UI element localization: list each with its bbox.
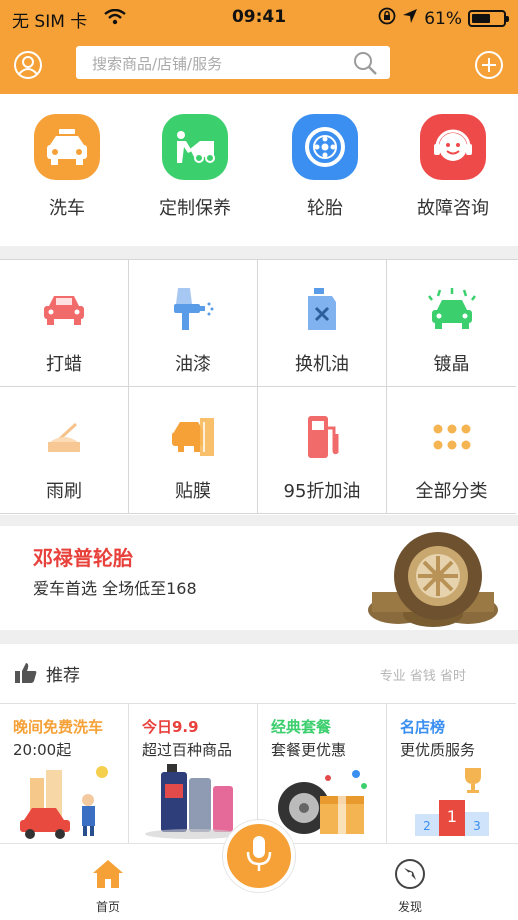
service-wax[interactable]: 打蜡 [0,260,129,387]
service-paint[interactable]: 油漆 [129,260,258,387]
svg-text:1: 1 [447,807,457,826]
banner-title: 邓禄普轮胎 [33,546,133,570]
status-bar: 无 SIM 卡 09:41 61% [0,0,518,36]
service-label: 换机油 [295,354,349,375]
search-input[interactable]: 搜索商品/店铺/服务 [76,46,390,79]
service-label: 打蜡 [46,354,82,375]
tab-discover[interactable]: 发现 [370,858,450,915]
battery-fill [472,14,490,23]
location-icon [402,8,418,29]
service-label: 95折加油 [283,481,361,502]
products-illustration [139,764,247,840]
tire-icon [292,114,358,180]
divider [0,246,518,259]
service-wiper[interactable]: 雨刷 [0,387,129,514]
battery-icon [468,10,509,27]
search-placeholder: 搜索商品/店铺/服务 [92,55,223,73]
service-film[interactable]: 贴膜 [129,387,258,514]
tab-label: 首页 [95,900,120,914]
category-car-wash[interactable]: 洗车 [2,114,132,220]
svg-text:3: 3 [473,819,481,833]
service-label: 贴膜 [175,481,211,502]
paint-gun-icon [129,280,257,340]
voice-button[interactable] [223,820,295,892]
banner-subtitle: 爱车首选 全场低至168 [33,579,197,598]
service-label: 镀晶 [433,354,470,375]
service-all[interactable]: 全部分类 [387,387,516,514]
microphone-icon [244,834,274,878]
recommend-title: 推荐 [46,666,80,686]
recommend-tags: 专业 省钱 省时 [379,669,466,684]
tab-home[interactable]: 首页 [68,858,148,915]
top-categories: 洗车 定制保养 轮胎 故障咨询 [0,94,518,246]
card-package[interactable]: 经典套餐 套餐更优惠 [258,703,387,843]
category-maintenance[interactable]: 定制保养 [130,114,260,220]
category-tire[interactable]: 轮胎 [260,114,390,220]
home-icon [91,860,125,894]
package-illustration [268,764,376,840]
category-label: 轮胎 [307,198,343,219]
card-top-stores[interactable]: 名店榜 更优质服务 1 2 3 [387,703,516,843]
svg-text:2: 2 [423,819,431,833]
add-icon[interactable] [474,50,504,80]
card-subtitle: 超过百种商品 [142,741,233,759]
divider [0,515,518,526]
service-label: 全部分类 [415,481,488,502]
user-profile-icon[interactable] [13,50,43,80]
top-nav-bar: 搜索商品/店铺/服务 [0,36,518,94]
battery-percent: 61% [424,8,462,29]
category-label: 定制保养 [159,198,231,219]
service-grid: 打蜡 油漆 换机油 镀晶 雨刷 贴膜 95折加油 全部分类 [0,259,518,515]
card-title: 今日9.9 [142,718,199,736]
all-categories-icon [387,407,516,467]
wax-icon [0,280,128,340]
fuel-icon [258,407,386,467]
tire-stack-image [358,528,508,628]
thumbs-up-icon [14,662,38,684]
coating-icon [387,280,516,340]
divider [0,630,518,644]
card-title: 晚间免费洗车 [13,718,104,736]
discover-icon [393,859,427,894]
promo-banner[interactable]: 邓禄普轮胎 爱车首选 全场低至168 [0,526,518,630]
service-coating[interactable]: 镀晶 [387,260,516,387]
card-subtitle: 套餐更优惠 [271,741,347,759]
search-icon[interactable] [352,50,378,76]
maintenance-icon [162,114,228,180]
wiper-icon [0,407,128,467]
film-icon [129,407,257,467]
car-wash-illustration [10,764,118,840]
card-subtitle: 更优质服务 [400,741,476,759]
service-oil[interactable]: 换机油 [258,260,387,387]
category-label: 洗车 [49,198,85,219]
support-icon [420,114,486,180]
car-wash-icon [34,114,100,180]
card-title: 经典套餐 [271,718,332,736]
podium-illustration: 1 2 3 [397,764,505,840]
service-fuel[interactable]: 95折加油 [258,387,387,514]
service-label: 雨刷 [46,481,82,502]
rotation-lock-icon [378,7,396,30]
oil-can-icon [258,280,386,340]
category-support[interactable]: 故障咨询 [388,114,518,220]
card-daily-deal[interactable]: 今日9.9 超过百种商品 [129,703,258,843]
card-title: 名店榜 [400,718,446,736]
tab-label: 发现 [397,900,422,914]
card-subtitle: 20:00起 [13,741,72,759]
card-night-wash[interactable]: 晚间免费洗车 20:00起 [0,703,129,843]
service-label: 油漆 [175,354,211,375]
recommend-header: 推荐 专业 省钱 省时 [0,644,518,700]
category-label: 故障咨询 [417,198,489,219]
